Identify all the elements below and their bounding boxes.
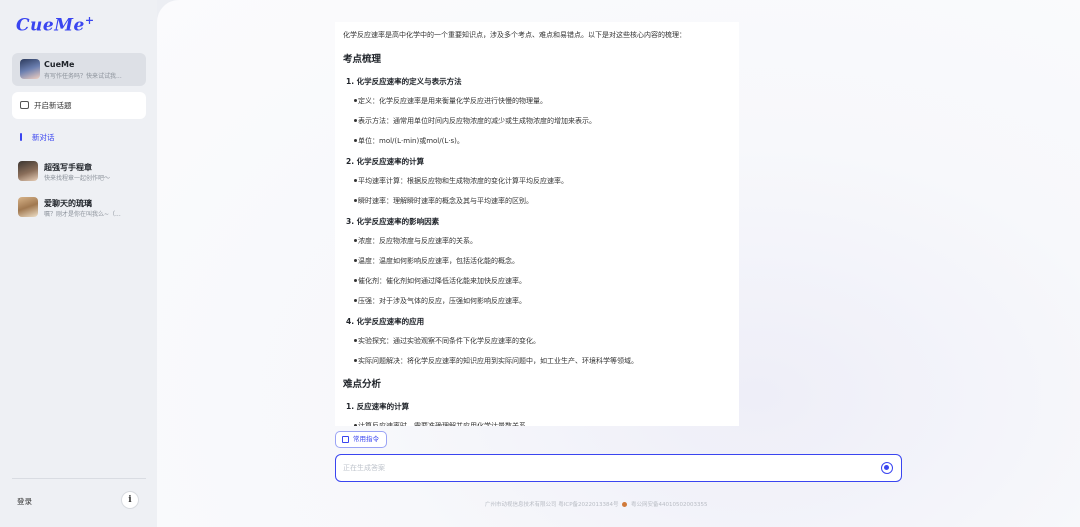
login-link[interactable]: 登录 — [17, 496, 32, 507]
section-heading: 考点梳理 — [343, 54, 382, 65]
chat-title: 超强写手程章 — [44, 163, 92, 172]
bullet-item: 浓度：反应物浓度与反应速率的关系。 — [354, 236, 731, 246]
new-topic-button[interactable]: 开启新话题 — [12, 92, 146, 119]
agent-subtitle: 有写作任务吗？快来试试我... — [44, 73, 122, 80]
bullet-item: 计算反应速率时，需要准确理解并应用化学计量数关系。 — [354, 421, 731, 426]
bullet-item: 压强：对于涉及气体的反应，压强如何影响反应速率。 — [354, 296, 731, 306]
bullet-item: 平均速率计算：根据反应物和生成物浓度的变化计算平均反应速率。 — [354, 176, 731, 186]
bullet-item: 瞬时速率：理解瞬时速率的概念及其与平均速率的区别。 — [354, 196, 731, 206]
chat-title: 爱聊天的琉璃 — [44, 199, 92, 208]
new-topic-label: 开启新话题 — [34, 101, 72, 110]
police-badge-icon — [622, 502, 628, 507]
bullet-item: 催化剂：催化剂如何通过降低活化能来加快反应速率。 — [354, 276, 731, 286]
agent-card-cueme[interactable]: CueMe 有写作任务吗？快来试试我... — [12, 53, 146, 86]
common-commands-button[interactable]: 常用指令 — [335, 431, 387, 448]
answer-content: 化学反应速率是高中化学中的一个重要知识点，涉及多个考点、难点和易错点。以下是对这… — [335, 22, 739, 426]
footer: 广州市动视信息技术有限公司 粤ICP备2022013384号 粤公网安备4401… — [485, 500, 708, 508]
answer-intro: 化学反应速率是高中化学中的一个重要知识点，涉及多个考点、难点和易错点。以下是对这… — [343, 31, 686, 39]
main-panel: 化学反应速率是高中化学中的一个重要知识点，涉及多个考点、难点和易错点。以下是对这… — [157, 0, 1080, 527]
bullet-item: 单位：mol/(L·min)或mol/(L·s)。 — [354, 136, 731, 146]
bullet-item: 实验探究：通过实验观察不同条件下化学反应速率的变化。 — [354, 336, 731, 346]
chat-item-liuli[interactable]: 爱聊天的琉璃 嘱？刚才是你在叫我么~（... — [16, 196, 146, 222]
chat-input-box[interactable] — [335, 454, 902, 482]
icp-link[interactable]: 广州市动视信息技术有限公司 粤ICP备2022013384号 — [485, 502, 619, 508]
new-chat-icon — [20, 101, 29, 109]
subsection-heading: 2. 化学反应速率的计算 — [346, 157, 425, 166]
avatar — [18, 197, 38, 217]
sidebar: CueMe+ CueMe 有写作任务吗？快来试试我... 开启新话题 新对话 超… — [0, 0, 157, 527]
info-icon[interactable]: i — [121, 491, 139, 509]
bullet-item: 表示方法：通常用单位时间内反应物浓度的减少或生成物浓度的增加来表示。 — [354, 116, 731, 126]
subsection-heading: 3. 化学反应速率的影响因素 — [346, 217, 440, 226]
avatar — [20, 59, 40, 79]
bullet-item: 定义：化学反应速率是用来衡量化学反应进行快慢的物理量。 — [354, 96, 731, 106]
chat-subtitle: 快来找程章一起创作吧～ — [44, 175, 111, 182]
command-icon — [342, 436, 349, 443]
sidebar-divider — [12, 478, 146, 479]
stop-icon[interactable] — [881, 462, 893, 474]
agent-title: CueMe — [44, 60, 75, 69]
subsection-heading: 1. 反应速率的计算 — [346, 402, 410, 411]
subsection-heading: 4. 化学反应速率的应用 — [346, 317, 425, 326]
active-indicator — [20, 133, 22, 141]
bullet-item: 温度：温度如何影响反应速率，包括活化能的概念。 — [354, 256, 731, 266]
subsection-heading: 1. 化学反应速率的定义与表示方法 — [346, 77, 462, 86]
active-chat-label: 新对话 — [32, 133, 55, 142]
police-link[interactable]: 粤公网安备44010502003355 — [631, 502, 708, 508]
chat-input[interactable] — [343, 461, 863, 475]
cueme-logo[interactable]: CueMe+ — [16, 14, 95, 36]
chat-subtitle: 嘱？刚才是你在叫我么~（... — [44, 211, 121, 218]
common-commands-label: 常用指令 — [353, 435, 379, 443]
chat-item-writer[interactable]: 超强写手程章 快来找程章一起创作吧～ — [16, 159, 146, 185]
bullet-item: 实际问题解决：将化学反应速率的知识应用到实际问题中，如工业生产、环境科学等领域。 — [354, 356, 731, 366]
section-heading: 难点分析 — [343, 379, 382, 390]
avatar — [18, 161, 38, 181]
active-chat-item[interactable]: 新对话 — [20, 131, 120, 143]
